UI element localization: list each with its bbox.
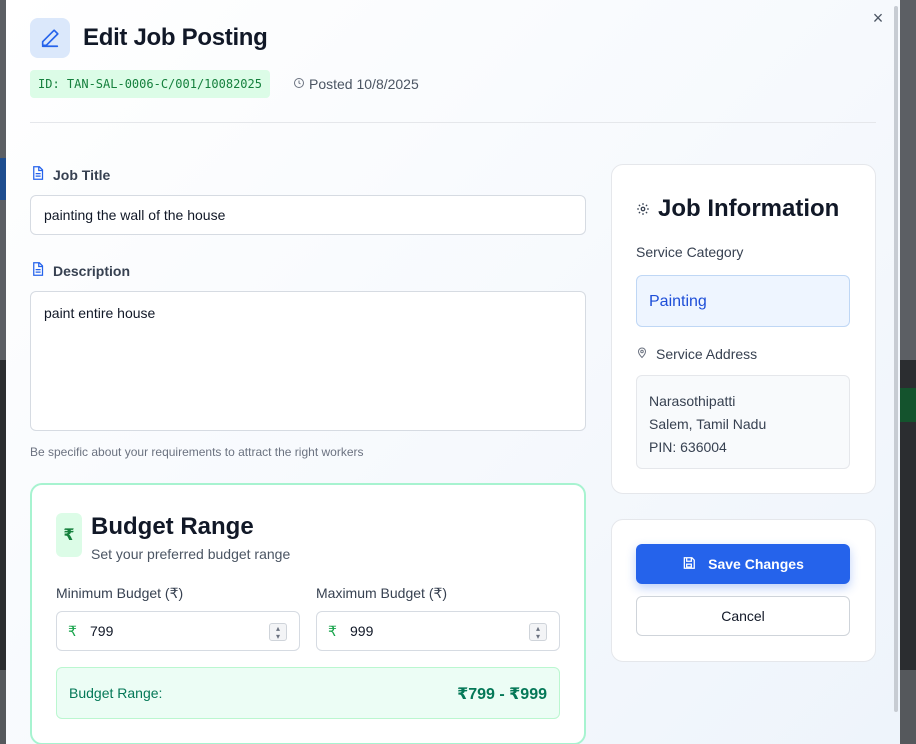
rupee-prefix: ₹ [328,623,337,639]
job-information-card: Job Information Service Category Paintin… [611,164,876,494]
max-budget-value: 999 [350,623,374,639]
budget-title: Budget Range [91,513,254,540]
max-budget-input[interactable]: ₹ 999 ▴ ▾ [316,611,560,651]
document-icon [30,165,45,184]
edit-job-modal: × Edit Job Posting ID: TAN-SAL-0006-C/00… [6,0,900,744]
save-icon [682,556,696,573]
address-line: Salem, Tamil Nadu [649,416,767,432]
budget-subtitle: Set your preferred budget range [91,546,291,562]
posted-date-text: Posted 10/8/2025 [309,76,419,92]
posted-date: Posted 10/8/2025 [293,76,419,92]
address-line: Narasothipatti [649,393,736,409]
rupee-prefix: ₹ [68,623,77,639]
pencil-icon [30,18,70,58]
spinner-icon[interactable]: ▴ ▾ [269,623,287,641]
clock-icon [293,76,305,92]
job-id-badge: ID: TAN-SAL-0006-C/001/10082025 [30,70,270,98]
service-address-label-text: Service Address [656,346,758,362]
save-changes-label: Save Changes [708,556,804,572]
job-title-input[interactable]: painting the wall of the house [30,195,586,235]
max-budget-label: Maximum Budget (₹) [316,585,448,601]
job-title-label-text: Job Title [53,166,111,183]
actions-card: Save Changes Cancel [611,519,876,662]
service-category-label: Service Category [636,244,744,260]
map-pin-icon [636,346,648,362]
description-label-text: Description [53,262,131,279]
budget-range-label: Budget Range: [69,685,163,701]
budget-range-summary: Budget Range: ₹799 - ₹999 [56,667,560,719]
job-information-heading: Job Information [636,195,839,223]
close-icon[interactable]: × [868,8,888,28]
document-icon [30,261,45,280]
modal-title: Edit Job Posting [83,24,268,51]
description-textarea[interactable]: paint entire house [30,291,586,431]
save-changes-button[interactable]: Save Changes [636,544,850,584]
header-divider [30,122,876,123]
job-title-label: Job Title [30,165,110,184]
gear-icon [636,195,650,223]
modal-scrollbar[interactable] [894,6,898,712]
service-category-value: Painting [636,275,850,327]
description-hint: Be specific about your requirements to a… [30,445,364,459]
address-line: PIN: 636004 [649,439,727,455]
budget-card: ₹ Budget Range Set your preferred budget… [30,483,586,744]
cancel-button[interactable]: Cancel [636,596,850,636]
rupee-icon: ₹ [56,513,82,557]
budget-range-value: ₹799 - ₹999 [457,686,547,703]
spinner-icon[interactable]: ▴ ▾ [529,623,547,641]
service-address-box: Narasothipatti Salem, Tamil Nadu PIN: 63… [636,375,850,469]
description-label: Description [30,261,130,280]
job-information-title: Job Information [658,195,840,222]
min-budget-value: 799 [90,623,114,639]
min-budget-label: Minimum Budget (₹) [56,585,184,601]
service-address-label: Service Address [636,346,757,362]
min-budget-input[interactable]: ₹ 799 ▴ ▾ [56,611,300,651]
